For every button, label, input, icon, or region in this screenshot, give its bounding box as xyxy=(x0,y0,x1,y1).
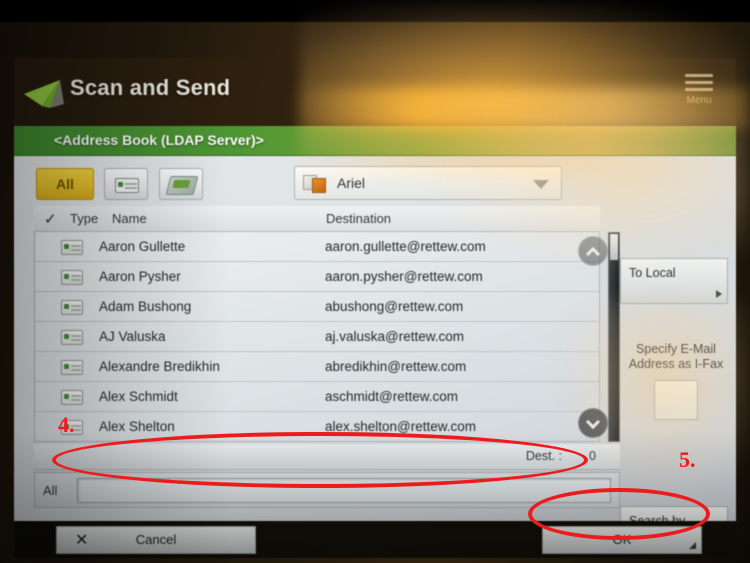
ok-button[interactable]: OK xyxy=(542,526,702,554)
list-header: ✓ Type Name Destination xyxy=(34,206,600,232)
ok-label: OK xyxy=(612,532,632,547)
header-check-icon: ✓ xyxy=(44,211,57,228)
destination-counter-bar: Dest. : 0 xyxy=(34,444,620,470)
menu-button[interactable]: Menu xyxy=(670,72,728,118)
address-book-panel: All Ariel ✓ Type Name Destination Aaron … xyxy=(22,162,620,514)
destination-count-label: Dest. : xyxy=(525,449,562,463)
row-name: Aaron Pysher xyxy=(99,269,181,284)
contact-card-icon xyxy=(61,240,83,255)
to-local-button[interactable]: To Local xyxy=(620,258,728,304)
table-row[interactable]: Aaron Pysher aaron.pysher@rettew.com xyxy=(35,262,599,292)
contact-card-icon xyxy=(61,360,83,375)
ldap-server-name: Ariel xyxy=(337,175,366,191)
filter-tabs: All xyxy=(36,168,203,202)
chevron-down-icon xyxy=(585,414,601,430)
side-button-column: To Local Specify E-Mail Address as I-Fax… xyxy=(616,256,734,558)
close-x-icon: ✕ xyxy=(75,532,89,549)
ifax-toggle-button[interactable] xyxy=(654,380,698,420)
search-scope-label: All xyxy=(43,483,58,498)
header-type: Type xyxy=(70,211,99,226)
address-book-icon xyxy=(165,176,199,195)
table-row[interactable]: Aaron Gullette aaron.gullette@rettew.com xyxy=(35,232,599,262)
to-local-label: To Local xyxy=(629,266,676,280)
search-input-row: All xyxy=(34,472,620,508)
tab-address-book[interactable] xyxy=(158,168,203,200)
contact-card-icon xyxy=(61,300,83,315)
table-row[interactable]: AJ Valuska aj.valuska@rettew.com xyxy=(35,322,599,352)
header-destination: Destination xyxy=(326,211,392,226)
annotation-step-4: 4. xyxy=(58,412,75,437)
row-destination: abredikhin@rettew.com xyxy=(325,359,467,374)
scroll-up-button[interactable] xyxy=(578,236,608,266)
table-row[interactable]: Alexandre Bredikhin abredikhin@rettew.com xyxy=(35,352,599,382)
row-destination: alex.shelton@rettew.com xyxy=(325,419,477,434)
title-bar: Scan and Send Menu xyxy=(14,58,736,126)
device-bezel: Scan and Send Menu <Address Book (LDAP S… xyxy=(0,22,750,563)
row-name: AJ Valuska xyxy=(99,329,166,344)
contact-card-icon xyxy=(61,270,83,285)
table-row[interactable]: Alex Shelton alex.shelton@rettew.com xyxy=(35,412,599,441)
row-name: Alexandre Bredikhin xyxy=(99,359,220,374)
search-input[interactable] xyxy=(77,478,611,503)
annotation-step-5: 5. xyxy=(679,447,696,472)
main-content: All Ariel ✓ Type Name Destination Aaron … xyxy=(14,156,736,548)
arrow-right-icon xyxy=(716,290,722,298)
app-title: Scan and Send xyxy=(70,75,231,100)
chevron-down-icon xyxy=(533,180,549,189)
ldap-server-icon xyxy=(303,173,327,194)
row-destination: aschmidt@rettew.com xyxy=(325,389,458,404)
footer-bar: ✕ Cancel OK xyxy=(14,521,736,558)
scroll-down-button[interactable] xyxy=(578,408,608,438)
hamburger-menu-icon xyxy=(685,74,713,91)
address-card-icon xyxy=(115,178,140,193)
row-destination: aaron.gullette@rettew.com xyxy=(325,239,486,254)
contact-card-icon xyxy=(61,390,83,405)
ldap-server-select[interactable]: Ariel xyxy=(294,166,562,200)
corner-marker-icon xyxy=(689,542,696,549)
tab-address-card[interactable] xyxy=(104,168,149,200)
device-photo: Scan and Send Menu <Address Book (LDAP S… xyxy=(0,0,750,563)
ifax-label: Specify E-Mail Address as I-Fax xyxy=(628,342,724,371)
address-list[interactable]: Aaron Gullette aaron.gullette@rettew.com A… xyxy=(34,232,600,442)
breadcrumb: <Address Book (LDAP Server)> xyxy=(54,132,264,148)
cancel-button[interactable]: ✕ Cancel xyxy=(56,526,256,554)
paper-plane-icon xyxy=(24,80,64,108)
tab-all[interactable]: All xyxy=(36,168,94,200)
row-destination: aaron.pysher@rettew.com xyxy=(325,269,483,284)
touch-screen: Scan and Send Menu <Address Book (LDAP S… xyxy=(14,58,736,558)
breadcrumb-bar: <Address Book (LDAP Server)> xyxy=(14,126,736,156)
row-destination: abushong@rettew.com xyxy=(325,299,464,314)
destination-count-value: 0 xyxy=(589,449,596,463)
row-destination: aj.valuska@rettew.com xyxy=(325,329,465,344)
contact-card-icon xyxy=(61,330,83,345)
header-name: Name xyxy=(112,211,147,226)
row-name: Aaron Gullette xyxy=(99,239,186,254)
cancel-label: Cancel xyxy=(135,532,177,547)
menu-label: Menu xyxy=(686,95,712,106)
table-row[interactable]: Alex Schmidt aschmidt@rettew.com xyxy=(35,382,599,412)
row-name: Alex Schmidt xyxy=(99,389,178,404)
chevron-up-icon xyxy=(585,246,601,262)
table-row[interactable]: Adam Bushong abushong@rettew.com xyxy=(35,292,599,322)
row-name: Adam Bushong xyxy=(99,299,192,314)
row-name: Alex Shelton xyxy=(99,419,175,434)
